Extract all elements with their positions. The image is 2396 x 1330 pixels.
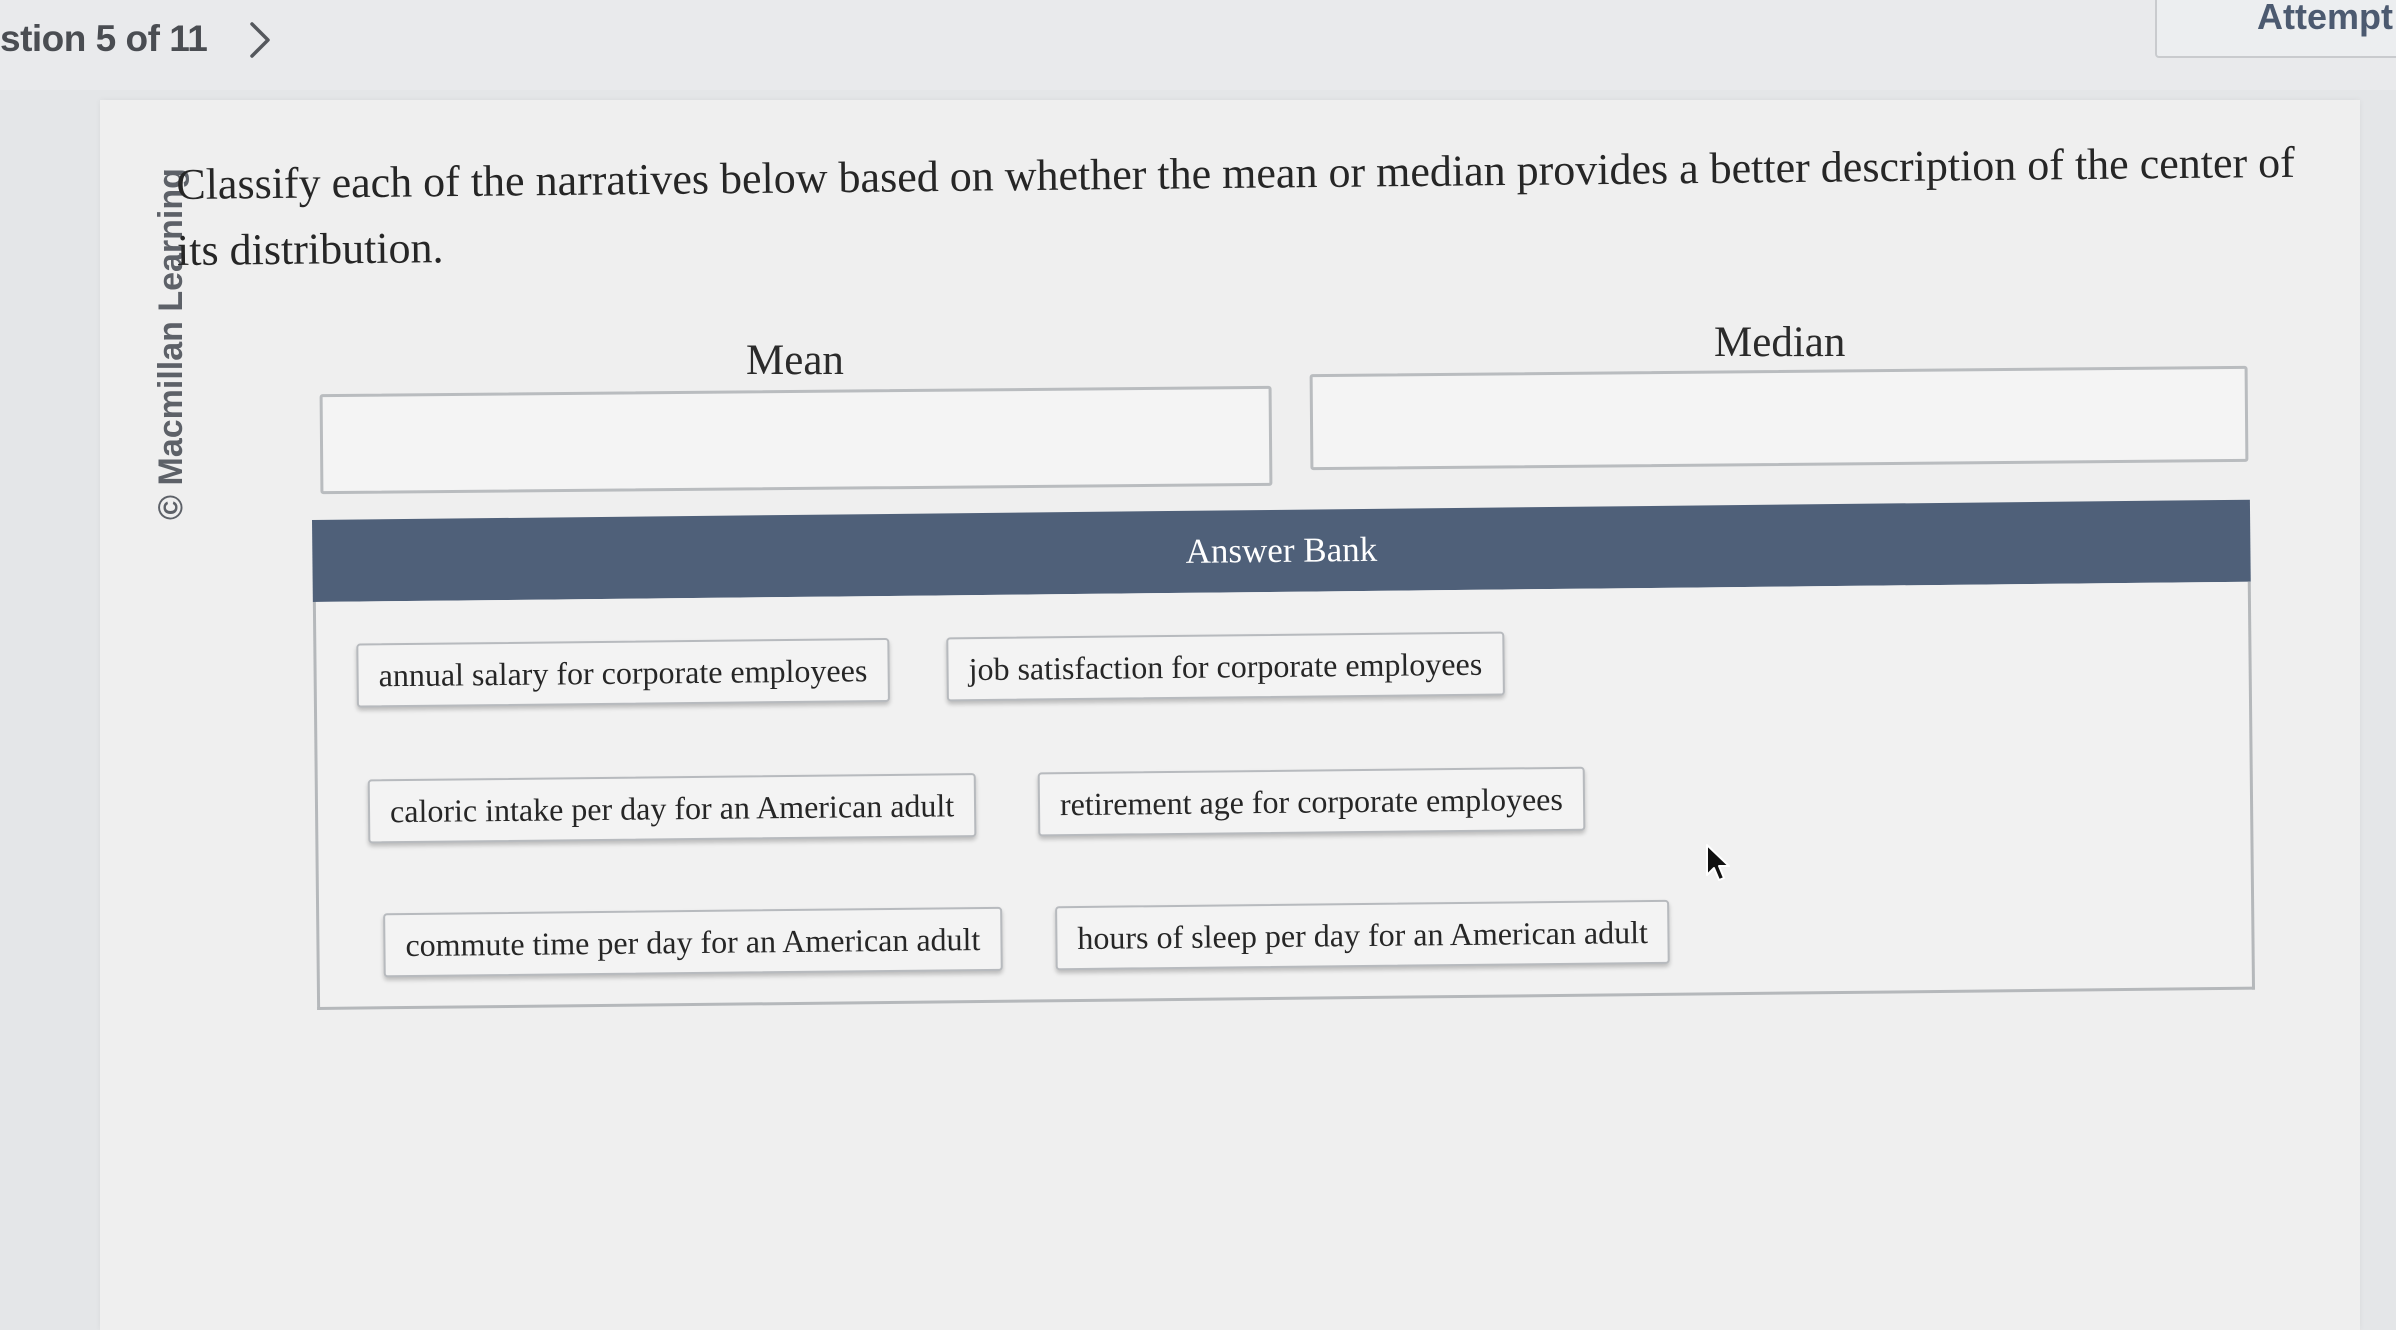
mouse-pointer-icon: [1706, 844, 1730, 881]
answer-chip-label: annual salary for corporate employees: [378, 651, 868, 693]
category-label-median: Median: [1714, 319, 1846, 366]
answer-chip[interactable]: job satisfaction for corporate employees: [946, 631, 1505, 702]
drop-zone-median[interactable]: [1309, 365, 2249, 471]
question-prompt: Classify each of the narratives below ba…: [176, 137, 2296, 275]
answer-chip[interactable]: caloric intake per day for an American a…: [367, 773, 977, 844]
answer-bank-title: Answer Bank: [1185, 529, 1378, 571]
top-bar: stion 5 of 11 Attempt: [0, 0, 2396, 90]
answer-chip[interactable]: annual salary for corporate employees: [356, 637, 890, 708]
answer-chip[interactable]: hours of sleep per day for an American a…: [1055, 899, 1671, 971]
answer-chip[interactable]: commute time per day for an American adu…: [383, 906, 1003, 978]
answer-chip-label: commute time per day for an American adu…: [405, 920, 981, 963]
answer-chip[interactable]: retirement age for corporate employees: [1037, 766, 1586, 837]
answer-chip-label: job satisfaction for corporate employees: [968, 645, 1483, 687]
attempt-label: Attempt: [2257, 0, 2393, 37]
answer-chip-label: retirement age for corporate employees: [1059, 780, 1564, 822]
answer-bank-body: annual salary for corporate employees jo…: [312, 581, 2256, 1010]
category-label-mean: Mean: [746, 337, 844, 384]
answer-chip-label: hours of sleep per day for an American a…: [1077, 913, 1649, 956]
attempt-indicator[interactable]: Attempt: [2155, 0, 2396, 58]
question-counter: stion 5 of 11: [0, 18, 208, 59]
drop-zone-mean[interactable]: [319, 385, 1273, 495]
answer-chip-label: caloric intake per day for an American a…: [389, 786, 955, 829]
chevron-right-icon[interactable]: [240, 18, 280, 62]
answer-bank: Answer Bank annual salary for corporate …: [312, 499, 2256, 1010]
